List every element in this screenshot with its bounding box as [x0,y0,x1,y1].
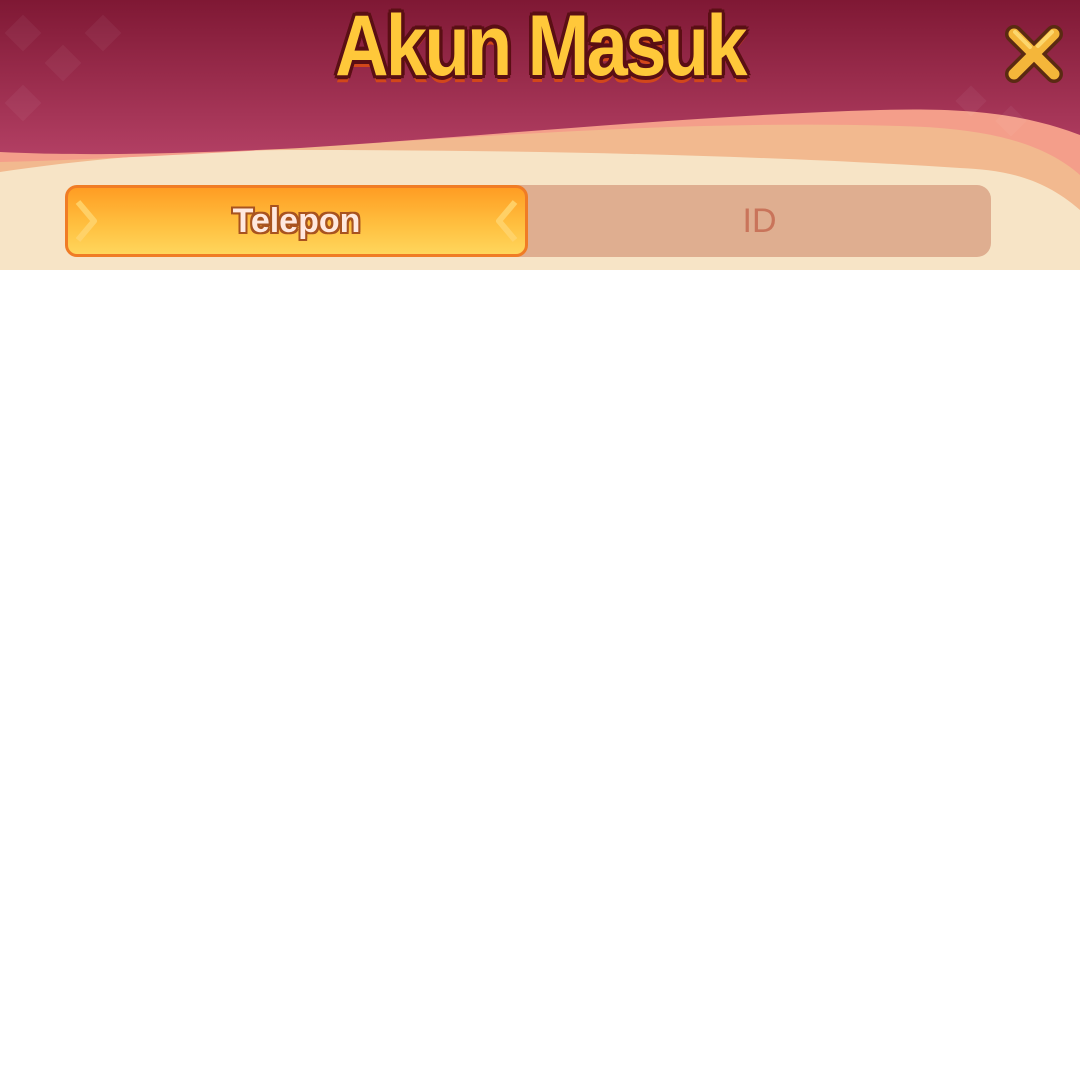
chevron-left-icon [496,200,518,242]
close-icon [1005,25,1063,83]
dialog-title: Akun Masuk [335,0,747,94]
chevron-right-icon [75,200,97,242]
tab-telepon[interactable]: Telepon [65,185,528,257]
tab-label: ID [742,202,777,240]
close-button[interactable] [1000,20,1068,88]
login-dialog-header: Akun Masuk Telepon ID [0,0,1080,270]
login-method-tabs: Telepon ID [65,185,991,257]
tab-label: Telepon [232,202,361,240]
tab-id[interactable]: ID [528,185,991,257]
